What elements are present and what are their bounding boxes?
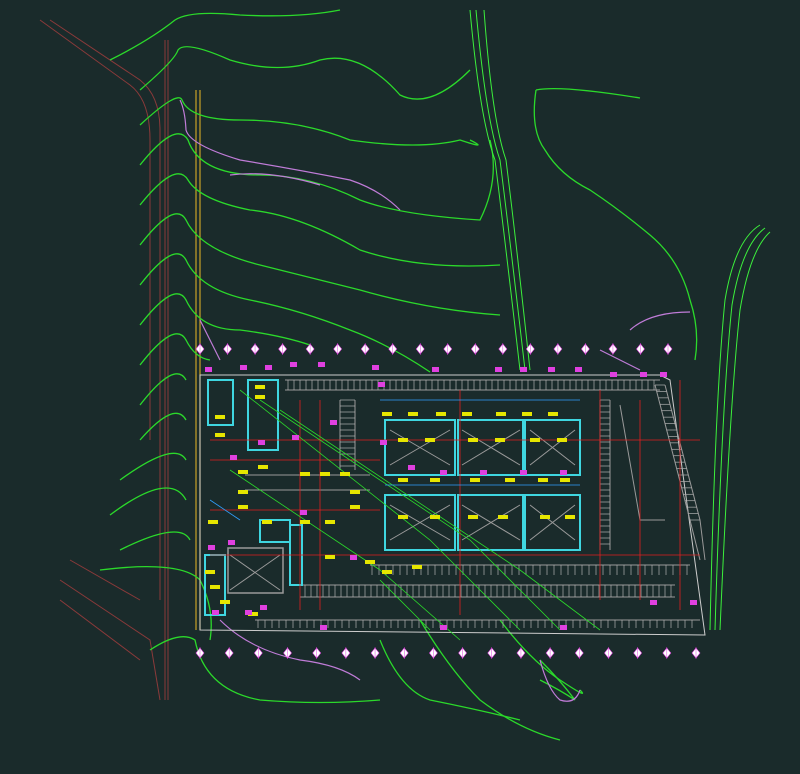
label-tag xyxy=(210,585,220,589)
magenta-callout xyxy=(245,610,252,615)
magenta-callout xyxy=(520,367,527,372)
magenta-callout xyxy=(208,545,215,550)
magenta-callout xyxy=(408,465,415,470)
label-tag xyxy=(468,515,478,519)
label-tag xyxy=(430,515,440,519)
label-tag xyxy=(498,515,508,519)
magenta-callout xyxy=(480,470,487,475)
magenta-callout xyxy=(560,625,567,630)
magenta-callout xyxy=(330,420,337,425)
label-tag xyxy=(300,472,310,476)
label-tag xyxy=(436,412,446,416)
magenta-callout xyxy=(660,372,667,377)
magenta-callout xyxy=(350,555,357,560)
magenta-callout xyxy=(230,455,237,460)
label-tag xyxy=(398,438,408,442)
magenta-callout xyxy=(495,367,502,372)
label-tag xyxy=(382,570,392,574)
label-tag xyxy=(325,555,335,559)
magenta-callout xyxy=(320,625,327,630)
label-tag xyxy=(255,385,265,389)
label-tag xyxy=(215,415,225,419)
label-tag xyxy=(350,505,360,509)
label-tag xyxy=(262,520,272,524)
magenta-callout xyxy=(610,372,617,377)
magenta-callout xyxy=(205,367,212,372)
magenta-callout xyxy=(575,367,582,372)
label-tag xyxy=(220,600,230,604)
magenta-callout xyxy=(300,510,307,515)
cad-site-plan xyxy=(0,0,800,774)
magenta-callout xyxy=(290,362,297,367)
label-tag xyxy=(468,438,478,442)
label-tag xyxy=(215,433,225,437)
label-tag xyxy=(382,412,392,416)
label-tag xyxy=(398,478,408,482)
label-tag xyxy=(238,505,248,509)
label-tag xyxy=(522,412,532,416)
label-tag xyxy=(408,412,418,416)
magenta-callout xyxy=(258,440,265,445)
label-tag xyxy=(205,570,215,574)
site-plan-drawing xyxy=(0,0,800,774)
label-tag xyxy=(255,395,265,399)
label-tag xyxy=(530,438,540,442)
label-tag xyxy=(505,478,515,482)
magenta-callout xyxy=(440,625,447,630)
label-tag xyxy=(430,478,440,482)
magenta-callout xyxy=(378,382,385,387)
label-tag xyxy=(540,515,550,519)
magenta-callout xyxy=(520,470,527,475)
magenta-callout xyxy=(372,365,379,370)
magenta-callout xyxy=(318,362,325,367)
label-tag xyxy=(340,472,350,476)
magenta-callout xyxy=(650,600,657,605)
label-tag xyxy=(470,478,480,482)
magenta-callout xyxy=(432,367,439,372)
label-tag xyxy=(350,490,360,494)
magenta-callout xyxy=(640,372,647,377)
label-tag xyxy=(496,412,506,416)
magenta-callout xyxy=(228,540,235,545)
label-tag xyxy=(425,438,435,442)
magenta-callout xyxy=(240,365,247,370)
label-tag xyxy=(557,438,567,442)
magenta-callout xyxy=(265,365,272,370)
label-tag xyxy=(258,465,268,469)
label-tag xyxy=(548,412,558,416)
label-tag xyxy=(398,515,408,519)
label-tag xyxy=(412,565,422,569)
magenta-callout xyxy=(380,440,387,445)
label-tag xyxy=(538,478,548,482)
label-tag xyxy=(208,520,218,524)
label-tag xyxy=(495,438,505,442)
magenta-callout xyxy=(260,605,267,610)
magenta-callout xyxy=(212,610,219,615)
label-tag xyxy=(325,520,335,524)
magenta-callout xyxy=(548,367,555,372)
label-tag xyxy=(365,560,375,564)
label-tag xyxy=(320,472,330,476)
magenta-callout xyxy=(560,470,567,475)
label-tag xyxy=(462,412,472,416)
magenta-callout xyxy=(440,470,447,475)
label-tag xyxy=(300,520,310,524)
label-tag xyxy=(560,478,570,482)
label-tag xyxy=(238,490,248,494)
label-tag xyxy=(565,515,575,519)
label-tag xyxy=(238,470,248,474)
magenta-callout xyxy=(690,600,697,605)
magenta-callout xyxy=(292,435,299,440)
